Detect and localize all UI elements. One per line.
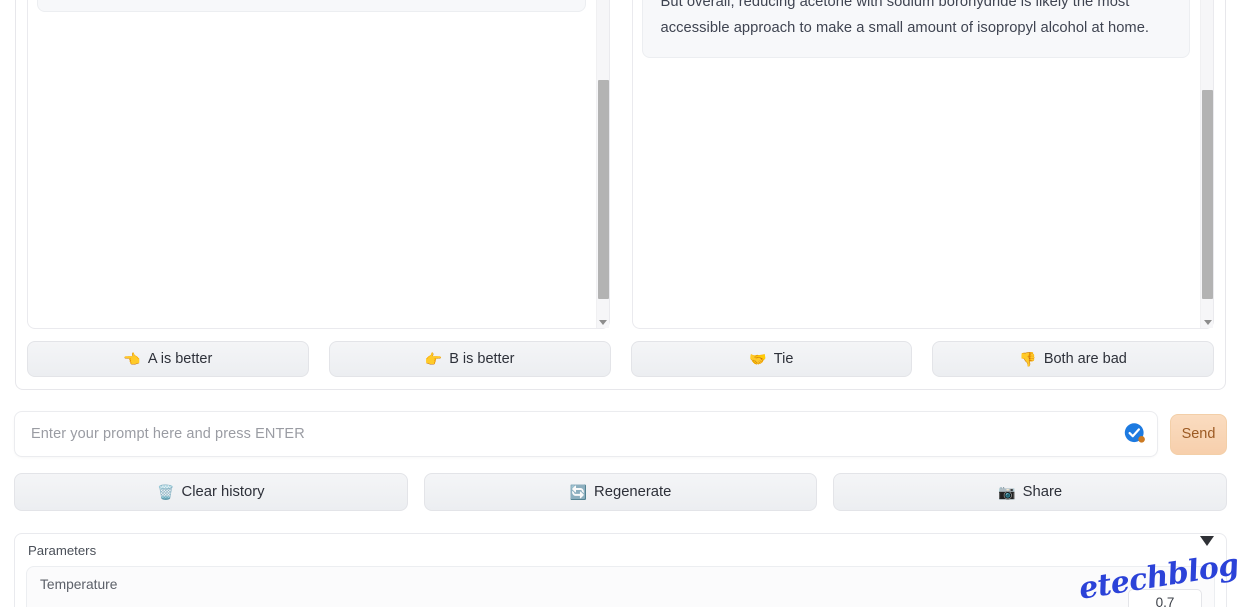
model-panels-row: Furthermore, the production of isopropyl… [27,0,1214,329]
model-b-scrollbar[interactable] [1200,0,1213,328]
refresh-icon: 🔄 [569,484,588,500]
scrollbar-thumb[interactable] [597,80,609,300]
temperature-slider-row[interactable]: Temperature 0.7 [26,566,1215,607]
parameters-panel: Parameters Temperature 0.7 [14,533,1227,607]
verified-check-badge-icon [1124,423,1147,446]
action-buttons-row: 🗑️ Clear history 🔄 Regenerate 📷 Share [14,473,1228,511]
triangle-down-icon[interactable] [1200,536,1214,546]
vote-b-is-better-button[interactable]: 👉 B is better [328,341,611,377]
temperature-value[interactable]: 0.7 [1128,589,1202,607]
trash-can-icon: 🗑️ [157,484,175,500]
triangle-down-icon [1203,319,1212,325]
share-label: Share [1022,483,1063,500]
clear-history-label: Clear history [181,483,265,500]
parameters-title: Parameters [28,543,97,558]
temperature-label: Temperature [40,577,118,592]
regenerate-button[interactable]: 🔄 Regenerate [423,473,818,511]
regenerate-label: Regenerate [594,483,672,500]
vote-both-are-bad-label: Both are bad [1043,350,1127,367]
vote-tie-button[interactable]: 🤝 Tie [630,341,913,377]
clear-history-button[interactable]: 🗑️ Clear history [14,473,408,511]
scrollbar-thumb[interactable] [1202,90,1213,300]
vote-both-are-bad-button[interactable]: 👎 Both are bad [932,341,1214,377]
model-a-scrollbar[interactable] [595,0,610,328]
scrollbar-down-arrow[interactable] [597,316,610,328]
vote-a-is-better-button[interactable]: 👈 A is better [27,341,309,377]
share-button[interactable]: 📷 Share [833,473,1228,511]
vote-b-is-better-label: B is better [449,350,515,367]
vote-buttons-row: 👈 A is better 👉 B is better 🤝 Tie 👎 Both… [27,341,1214,377]
prompt-input-row: Enter your prompt here and press ENTER S… [14,411,1227,457]
model-b-panel: acid or hydrogen gas, sodium borohydride… [631,0,1214,329]
model-comparison-container: Furthermore, the production of isopropyl… [15,0,1226,390]
hand-point-right-icon: 👉 [424,351,443,367]
model-a-panel: Furthermore, the production of isopropyl… [27,0,610,329]
send-button[interactable]: Send [1170,413,1227,455]
model-a-scroll-area[interactable]: Furthermore, the production of isopropyl… [37,0,600,320]
paragraph: However, this method does require handli… [660,0,1150,36]
prompt-placeholder: Enter your prompt here and press ENTER [31,426,305,442]
vote-tie-label: Tie [773,350,794,367]
thumbs-down-icon: 👎 [1019,351,1037,367]
model-b-scroll-area[interactable]: acid or hydrogen gas, sodium borohydride… [641,0,1205,320]
prompt-textbox[interactable]: Enter your prompt here and press ENTER [14,411,1158,457]
camera-icon: 📷 [998,484,1016,500]
hand-point-left-icon: 👈 [123,351,141,367]
model-b-message: acid or hydrogen gas, sodium borohydride… [641,0,1190,58]
scrollbar-down-arrow[interactable] [1201,316,1214,328]
model-a-message: Furthermore, the production of isopropyl… [37,0,586,12]
handshake-icon: 🤝 [749,351,767,367]
chatbot-arena-page: Furthermore, the production of isopropyl… [0,0,1241,607]
triangle-down-icon [599,319,607,325]
vote-a-is-better-label: A is better [147,350,213,367]
